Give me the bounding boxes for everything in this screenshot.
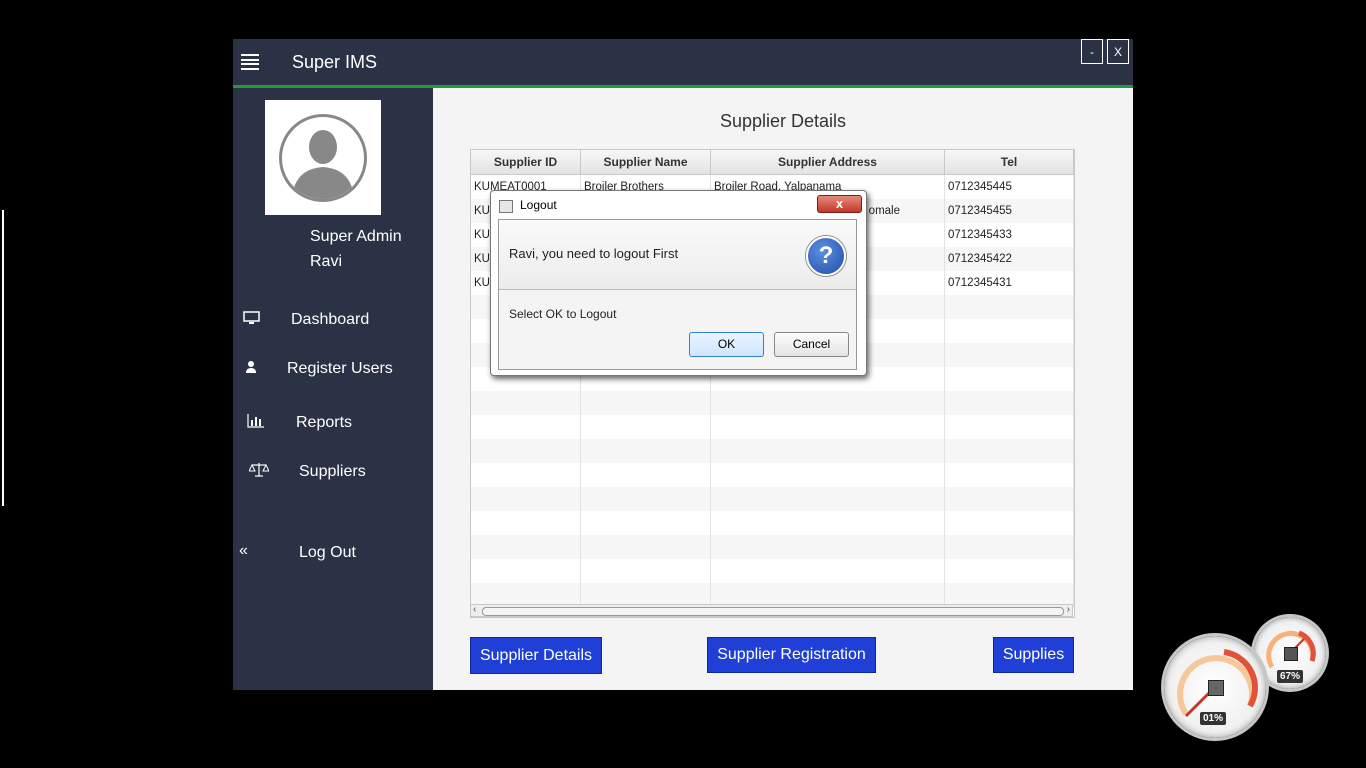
table-row-empty [471, 559, 1074, 583]
cpu-gauge[interactable]: 01% [1164, 636, 1266, 738]
dialog-header: Ravi, you need to logout First ? [499, 220, 856, 290]
table-row-empty [471, 439, 1074, 463]
cpu-percent: 01% [1200, 712, 1227, 725]
sidebar-item-label: Suppliers [299, 463, 366, 480]
desktop-edge [0, 210, 4, 506]
column-header[interactable]: Supplier Name [581, 150, 711, 174]
table-cell: 0712345455 [945, 199, 1074, 223]
sidebar-item-logout[interactable]: « Log Out [239, 542, 433, 567]
memory-chip-icon [1284, 647, 1298, 661]
scrollbar-thumb[interactable] [482, 607, 1064, 616]
sidebar-item-suppliers[interactable]: Suppliers [248, 462, 433, 486]
dialog-title-bar: Logout x [495, 195, 862, 219]
monitor-icon [243, 310, 263, 330]
window-icon [499, 200, 513, 213]
question-icon: ? [806, 236, 846, 276]
logout-dialog: Logout x Ravi, you need to logout First … [490, 190, 867, 376]
table-header: Supplier ID Supplier Name Supplier Addre… [471, 150, 1074, 175]
sidebar-item-register-users[interactable]: Register Users [243, 359, 433, 383]
user-silhouette-icon [279, 114, 367, 202]
supplier-details-button[interactable]: Supplier Details [470, 637, 602, 674]
table-row-empty [471, 415, 1074, 439]
ok-button[interactable]: OK [689, 332, 764, 357]
user-icon [243, 359, 263, 379]
dialog-title: Logout [520, 198, 557, 212]
sidebar-item-label: Register Users [287, 360, 393, 377]
column-header[interactable]: Tel [945, 150, 1074, 174]
sidebar-item-reports[interactable]: Reports [247, 413, 433, 437]
page-title: Supplier Details [719, 111, 847, 131]
user-name: Ravi [310, 253, 343, 270]
minimize-button[interactable]: - [1081, 39, 1103, 64]
sidebar-item-label: Dashboard [291, 311, 370, 328]
table-row-empty [471, 391, 1074, 415]
app-title: Super IMS [292, 52, 378, 72]
scroll-left-icon[interactable]: ‹ [473, 604, 476, 615]
horizontal-scrollbar[interactable]: ‹ › [470, 604, 1073, 617]
table-row-empty [471, 463, 1074, 487]
column-header[interactable]: Supplier ID [471, 150, 581, 174]
scale-icon [248, 462, 270, 482]
sidebar-item-label: Reports [296, 414, 353, 431]
sidebar-item-dashboard[interactable]: Dashboard [243, 310, 433, 334]
close-button[interactable]: X [1107, 39, 1129, 64]
supplies-button[interactable]: Supplies [993, 637, 1074, 673]
dialog-sub-message: Select OK to Logout [509, 307, 617, 321]
table-cell: 0712345431 [945, 271, 1074, 295]
hamburger-menu-icon[interactable] [241, 54, 259, 70]
supplier-registration-button[interactable]: Supplier Registration [707, 637, 876, 673]
table-row-empty [471, 487, 1074, 511]
sidebar: Super Admin Ravi Dashboard Register User… [233, 88, 433, 690]
dialog-close-button[interactable]: x [817, 195, 862, 213]
dialog-body: Ravi, you need to logout First ? Select … [498, 219, 857, 370]
table-cell: 0712345422 [945, 247, 1074, 271]
avatar [265, 100, 381, 215]
table-cell: 0712345433 [945, 223, 1074, 247]
sidebar-item-label: Log Out [299, 544, 356, 561]
main-content: Supplier Details Supplier ID Supplier Na… [433, 88, 1133, 690]
table-cell: 0712345445 [945, 175, 1074, 199]
memory-percent: 67% [1277, 670, 1304, 683]
cancel-button[interactable]: Cancel [774, 332, 849, 357]
cpu-icon [1208, 680, 1224, 696]
user-role: Super Admin [310, 228, 402, 245]
dialog-message: Ravi, you need to logout First [509, 246, 679, 261]
double-chevron-left-icon: « [239, 542, 248, 559]
column-header[interactable]: Supplier Address [711, 150, 945, 174]
table-row-empty [471, 511, 1074, 535]
title-bar: Super IMS - X [233, 39, 1133, 88]
scroll-right-icon[interactable]: › [1067, 604, 1070, 615]
table-row-empty [471, 535, 1074, 559]
bar-chart-icon [247, 413, 267, 433]
